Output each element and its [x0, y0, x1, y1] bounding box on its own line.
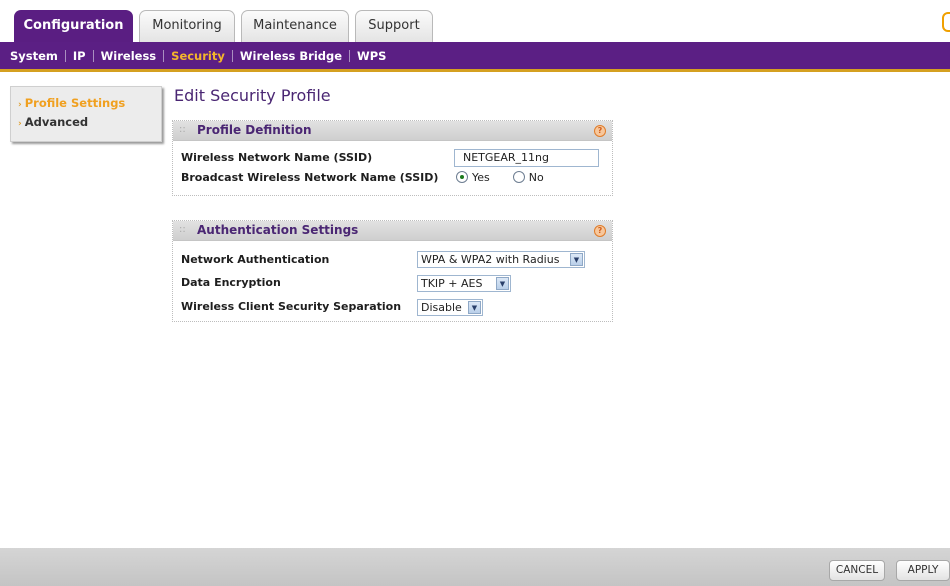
client-separation-select[interactable]: Disable ▼: [417, 299, 483, 316]
profile-definition-section: :: Profile Definition ? Wireless Network…: [172, 120, 613, 196]
subnav-security[interactable]: Security: [167, 49, 229, 63]
data-encryption-select[interactable]: TKIP + AES ▼: [417, 275, 511, 292]
help-icon[interactable]: ?: [594, 125, 606, 137]
chevron-down-icon: ▼: [570, 253, 583, 266]
sidebar-item-label: Profile Settings: [24, 96, 126, 110]
authentication-settings-section: :: Authentication Settings ? Network Aut…: [172, 220, 613, 322]
chevron-right-icon: ›: [18, 119, 22, 129]
subnav-divider: [231, 49, 233, 62]
page-title: Edit Security Profile: [174, 86, 331, 105]
subnav-divider: [349, 49, 351, 62]
sidebar-item-advanced[interactable]: › Advanced: [11, 113, 161, 132]
client-separation-value: Disable: [421, 301, 462, 314]
footer-bar: CANCEL APPLY: [0, 548, 950, 586]
tab-monitoring[interactable]: Monitoring: [139, 10, 235, 42]
subnav-divider: [163, 49, 165, 62]
network-authentication-label: Network Authentication: [181, 253, 330, 266]
broadcast-ssid-label: Broadcast Wireless Network Name (SSID): [181, 171, 439, 184]
ssid-input[interactable]: NETGEAR_11ng: [454, 149, 599, 167]
grip-icon: ::: [179, 124, 186, 135]
subnav-wireless[interactable]: Wireless: [97, 49, 161, 63]
sidebar-item-label: Advanced: [24, 115, 89, 129]
data-encryption-label: Data Encryption: [181, 276, 281, 289]
subnav-divider: [92, 49, 94, 62]
client-separation-label: Wireless Client Security Separation: [181, 300, 402, 313]
network-authentication-select[interactable]: WPA & WPA2 with Radius ▼: [417, 251, 585, 268]
sidebar-item-profile-settings[interactable]: › Profile Settings: [11, 94, 161, 113]
chevron-down-icon: ▼: [468, 301, 481, 314]
broadcast-no-label: No: [528, 171, 544, 184]
network-authentication-value: WPA & WPA2 with Radius: [421, 253, 560, 266]
tab-configuration[interactable]: Configuration: [14, 10, 133, 42]
section-title: Profile Definition: [197, 123, 312, 137]
apply-button[interactable]: APPLY: [896, 560, 950, 581]
sub-navigation: System IP Wireless Security Wireless Bri…: [0, 42, 950, 72]
top-tab-bar: Configuration Monitoring Maintenance Sup…: [0, 0, 950, 42]
subnav-ip[interactable]: IP: [69, 49, 90, 63]
section-header: :: Authentication Settings ?: [173, 221, 612, 241]
subnav-wireless-bridge[interactable]: Wireless Bridge: [236, 49, 346, 63]
broadcast-yes-radio[interactable]: [456, 171, 468, 183]
tab-maintenance[interactable]: Maintenance: [241, 10, 349, 42]
chevron-down-icon: ▼: [496, 277, 509, 290]
grip-icon: ::: [179, 224, 186, 235]
section-title: Authentication Settings: [197, 223, 359, 237]
data-encryption-value: TKIP + AES: [421, 277, 483, 290]
cancel-button[interactable]: CANCEL: [829, 560, 885, 581]
broadcast-ssid-radio-group: Yes No: [456, 169, 544, 187]
tab-support[interactable]: Support: [355, 10, 433, 42]
corner-logo: [942, 12, 950, 32]
chevron-right-icon: ›: [18, 100, 22, 110]
help-icon[interactable]: ?: [594, 225, 606, 237]
sidebar-menu: › Profile Settings › Advanced: [10, 86, 162, 142]
broadcast-yes-label: Yes: [472, 171, 490, 184]
subnav-system[interactable]: System: [6, 49, 62, 63]
subnav-wps[interactable]: WPS: [353, 49, 390, 63]
subnav-divider: [64, 49, 66, 62]
ssid-label: Wireless Network Name (SSID): [181, 151, 373, 164]
broadcast-no-radio[interactable]: [512, 171, 525, 183]
section-header: :: Profile Definition ?: [173, 121, 612, 141]
